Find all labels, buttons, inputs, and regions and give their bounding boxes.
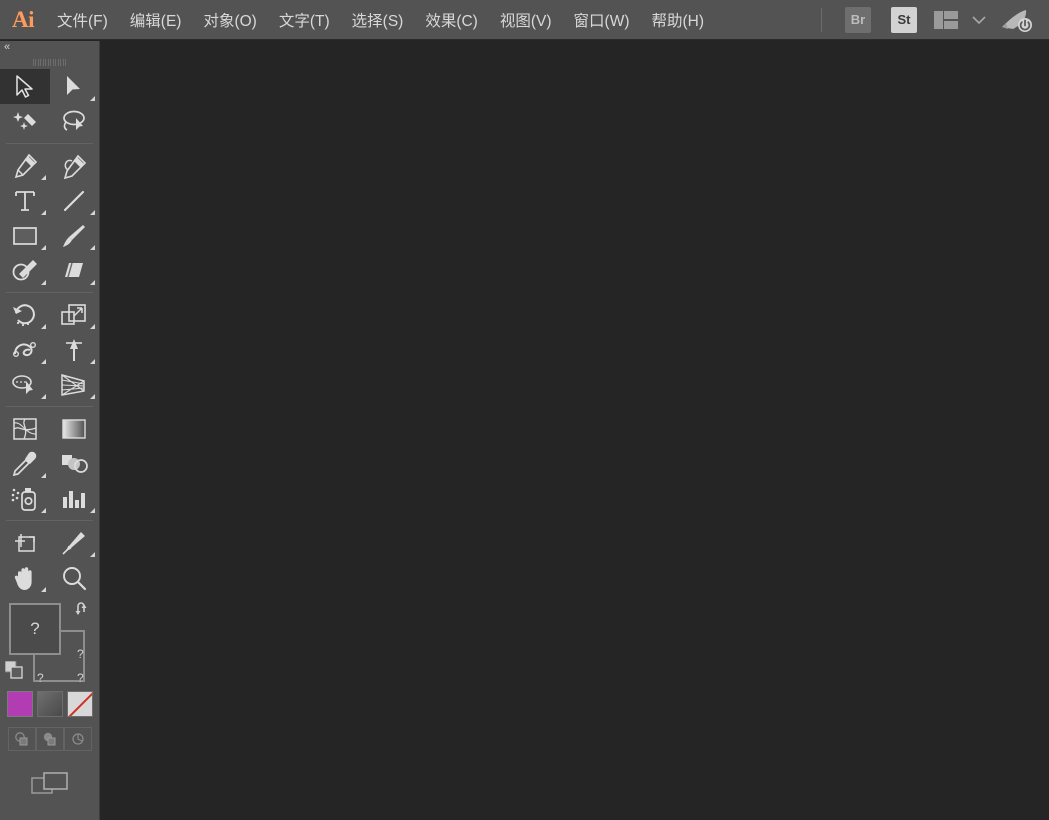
symbol-sprayer-tool[interactable] (0, 481, 50, 516)
rotate-tool[interactable] (0, 297, 50, 332)
eyedropper-tool[interactable] (0, 446, 50, 481)
tool-divider (6, 143, 93, 144)
tools-panel: « ? ? ? ? (0, 41, 100, 820)
tool-expand-corner (40, 245, 46, 250)
tool-divider (6, 406, 93, 407)
stroke-placeholder-mark-3: ? (77, 671, 84, 685)
draw-normal-icon[interactable] (7, 727, 36, 751)
draw-inside-icon[interactable] (63, 727, 92, 751)
width-tool[interactable] (0, 332, 50, 367)
hand-tool[interactable] (0, 560, 50, 595)
collapse-panel-button[interactable]: « (4, 41, 10, 54)
draw-behind-icon[interactable] (35, 727, 64, 751)
artboard-tool[interactable] (0, 525, 50, 560)
tool-expand-corner (90, 96, 95, 101)
fill-swatch[interactable]: ? (9, 603, 61, 655)
tool-expand-corner (40, 210, 46, 215)
shape-builder-tool[interactable] (0, 367, 50, 402)
scale-tool[interactable] (50, 297, 100, 332)
mesh-tool[interactable] (0, 411, 50, 446)
free-transform-tool[interactable] (50, 332, 100, 367)
tool-expand-corner (90, 280, 95, 285)
selection-tool[interactable] (0, 69, 50, 104)
tool-expand-corner (90, 210, 95, 215)
none-slash-icon (68, 692, 92, 716)
shaper-tool[interactable] (0, 253, 50, 288)
gradient-tool[interactable] (50, 411, 100, 446)
rocket-power-icon[interactable] (1000, 7, 1034, 33)
menu-view[interactable]: 视图(V) (489, 0, 563, 40)
menu-bar-right-cluster: Br St (814, 0, 1049, 40)
paintbrush-tool[interactable] (50, 218, 100, 253)
tool-group-navigation (0, 525, 99, 595)
tool-expand-corner (40, 508, 46, 513)
tool-expand-corner (40, 175, 46, 180)
eraser-tool[interactable] (50, 253, 100, 288)
menu-separator (821, 7, 822, 32)
tool-group-transform (0, 297, 99, 402)
app-logo[interactable]: Ai (0, 0, 46, 40)
fill-stroke-control: ? ? ? ? (0, 599, 100, 687)
lasso-tool[interactable] (50, 104, 100, 139)
type-tool[interactable] (0, 183, 50, 218)
pen-tool[interactable] (0, 148, 50, 183)
tool-expand-corner (90, 394, 95, 399)
stock-button[interactable]: St (891, 6, 917, 33)
tool-expand-corner (40, 280, 46, 285)
change-screen-mode[interactable] (0, 771, 99, 797)
panel-grip[interactable] (0, 55, 99, 69)
tool-expand-corner (40, 473, 46, 478)
menu-select[interactable]: 选择(S) (341, 0, 415, 40)
tool-group-color (0, 411, 99, 516)
tool-expand-corner (90, 324, 95, 329)
tool-expand-corner (90, 552, 95, 557)
menu-type[interactable]: 文字(T) (268, 0, 341, 40)
tool-expand-corner (90, 359, 95, 364)
menu-window[interactable]: 窗口(W) (563, 0, 641, 40)
stroke-placeholder-mark-1: ? (77, 647, 84, 661)
color-mode-bar (0, 691, 99, 717)
color-swatch[interactable] (6, 691, 33, 717)
workspace-layout-icon[interactable] (934, 10, 958, 29)
none-swatch[interactable] (66, 691, 93, 717)
default-fill-stroke-icon[interactable] (4, 660, 23, 679)
zoom-tool[interactable] (50, 560, 100, 595)
tool-divider (6, 520, 93, 521)
tool-expand-corner (40, 359, 46, 364)
curvature-tool[interactable] (50, 148, 100, 183)
menu-help[interactable]: 帮助(H) (640, 0, 715, 40)
direct-selection-tool[interactable] (50, 69, 100, 104)
chevron-down-icon[interactable] (972, 15, 986, 25)
line-segment-tool[interactable] (50, 183, 100, 218)
tool-group-drawing (0, 148, 99, 288)
tool-group-selection (0, 69, 99, 139)
blend-tool[interactable] (50, 446, 100, 481)
tool-expand-corner (40, 324, 46, 329)
gradient-swatch[interactable] (36, 691, 63, 717)
tool-expand-corner (40, 587, 46, 592)
bridge-button[interactable]: Br (845, 6, 871, 33)
stroke-placeholder-mark-2: ? (37, 671, 44, 685)
tool-expand-corner (40, 394, 46, 399)
tools-panel-header: « (0, 41, 99, 55)
column-graph-tool[interactable] (50, 481, 100, 516)
magic-wand-tool[interactable] (0, 104, 50, 139)
rectangle-tool[interactable] (0, 218, 50, 253)
perspective-grid-tool[interactable] (50, 367, 100, 402)
tool-expand-corner (90, 508, 95, 513)
menu-bar: Ai 文件(F) 编辑(E) 对象(O) 文字(T) 选择(S) 效果(C) 视… (0, 0, 1049, 40)
menu-object[interactable]: 对象(O) (192, 0, 267, 40)
swap-fill-stroke-icon[interactable] (75, 601, 91, 617)
menu-edit[interactable]: 编辑(E) (119, 0, 193, 40)
tool-expand-corner (90, 245, 95, 250)
document-canvas[interactable] (101, 41, 1049, 820)
slice-tool[interactable] (50, 525, 100, 560)
menu-effect[interactable]: 效果(C) (414, 0, 489, 40)
draw-mode-bar (0, 727, 99, 751)
menu-file[interactable]: 文件(F) (46, 0, 119, 40)
tool-divider (6, 292, 93, 293)
